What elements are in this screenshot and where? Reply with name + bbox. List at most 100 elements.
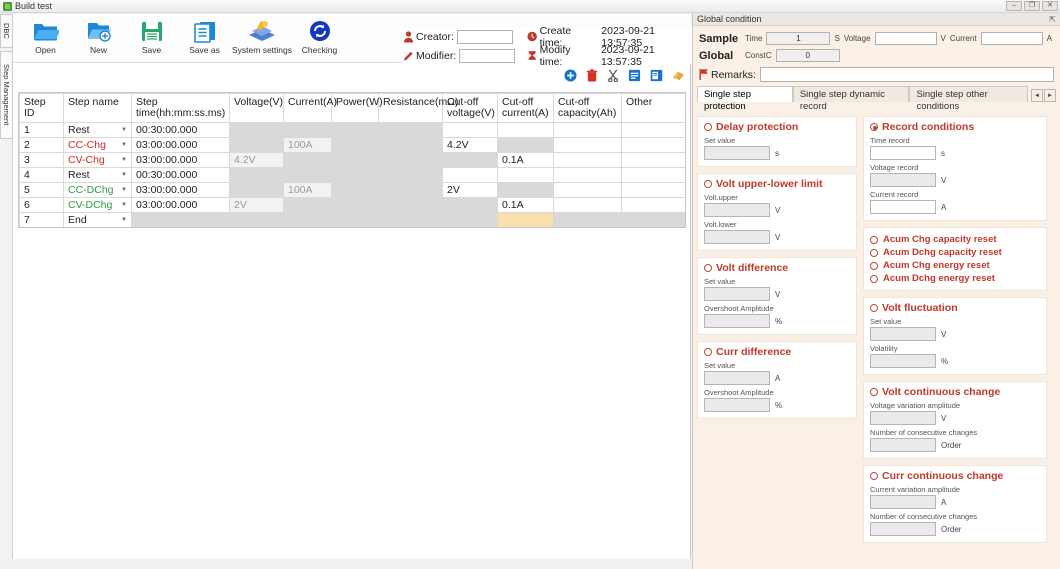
chevron-down-icon[interactable]: ▼	[121, 217, 127, 223]
cell-other[interactable]	[621, 182, 685, 198]
paste-icon[interactable]	[650, 69, 663, 85]
minimize-button[interactable]: –	[1006, 1, 1022, 11]
tab-single-step-dynamic-record[interactable]: Single step dynamic record	[792, 86, 910, 112]
col-other[interactable]: Other	[621, 93, 685, 123]
col-resistance[interactable]: Resistance(mΩ)	[378, 93, 459, 123]
col-step-name[interactable]: Step name	[63, 93, 132, 123]
pin-icon[interactable]: ⇱	[1049, 15, 1056, 24]
cell-current[interactable]: 100A	[283, 137, 332, 153]
col-voltage[interactable]: Voltage(V)	[229, 93, 284, 123]
cell-step-time[interactable]: 00:30:00.000	[131, 167, 230, 183]
tab-single-step-other-conditions[interactable]: Single step other conditions	[909, 86, 1028, 112]
cell-step-time[interactable]: 03:00:00.000	[131, 197, 230, 213]
reset-option[interactable]: Acum Chg energy reset	[870, 260, 1040, 271]
sample-voltage-input[interactable]	[874, 32, 937, 45]
chevron-down-icon[interactable]: ▼	[121, 187, 127, 193]
reset-option[interactable]: Acum Dchg energy reset	[870, 273, 1040, 284]
close-button[interactable]: ✕	[1042, 1, 1058, 11]
cell-other[interactable]	[621, 167, 685, 183]
table-row[interactable]: 3 CV-Chg ▼ 03:00:00.000 4.2V 0.1A	[19, 152, 685, 168]
new-button[interactable]: New	[72, 14, 125, 55]
import-icon[interactable]	[672, 69, 685, 85]
cell-cutoff-capacity[interactable]	[553, 182, 622, 198]
cell-step-id[interactable]: 7	[19, 212, 64, 227]
cell-cutoff-capacity[interactable]	[553, 197, 622, 213]
cell-voltage[interactable]: 4.2V	[229, 152, 284, 168]
sample-time-input[interactable]	[766, 32, 831, 45]
global-constc-input[interactable]	[775, 49, 840, 62]
cell-cutoff-capacity[interactable]	[553, 167, 622, 183]
copy-icon[interactable]	[628, 69, 641, 85]
col-step-time[interactable]: Step time(hh:mm:ss.ms)	[131, 93, 230, 123]
radio-icon[interactable]	[704, 264, 712, 272]
cell-step-id[interactable]: 5	[19, 182, 64, 198]
chevron-down-icon[interactable]: ▼	[121, 142, 127, 148]
table-row[interactable]: 1 Rest ▼ 00:30:00.000	[19, 122, 685, 138]
col-cutoff-capacity[interactable]: Cut-off capacity(Ah)	[553, 93, 622, 123]
tab-scroll-right-icon[interactable]: ►	[1043, 89, 1056, 102]
add-icon[interactable]	[564, 69, 577, 85]
radio-icon[interactable]	[870, 248, 878, 257]
sidebar-item-step-management[interactable]: Step Management	[0, 51, 13, 139]
table-row[interactable]: 2 CC-Chg ▼ 03:00:00.000 100A 4.2V	[19, 137, 685, 153]
table-row[interactable]: 5 CC-DChg ▼ 03:00:00.000 100A 2V	[19, 182, 685, 198]
cell-step-name[interactable]: Rest ▼	[63, 167, 132, 183]
sample-current-input[interactable]	[980, 32, 1043, 45]
modifier-input[interactable]	[459, 48, 516, 63]
reset-option[interactable]: Acum Dchg capacity reset	[870, 247, 1040, 258]
maximize-button[interactable]: ❐	[1024, 1, 1040, 11]
cell-step-time[interactable]: 03:00:00.000	[131, 182, 230, 198]
cell-step-name[interactable]: CC-DChg ▼	[63, 182, 132, 198]
cell-cutoff-voltage[interactable]	[442, 122, 498, 138]
chevron-down-icon[interactable]: ▼	[121, 157, 127, 163]
cell-step-time[interactable]: 03:00:00.000	[131, 137, 230, 153]
tab-scroll-left-icon[interactable]: ◄	[1030, 89, 1043, 102]
cell-cutoff-current[interactable]	[497, 122, 554, 138]
table-row[interactable]: 6 CV-DChg ▼ 03:00:00.000 2V 0.1A	[19, 197, 685, 213]
tab-single-step-protection[interactable]: Single step protection	[697, 86, 793, 112]
cell-cutoff-voltage[interactable]: 4.2V	[442, 137, 498, 153]
cell-step-id[interactable]: 2	[19, 137, 64, 153]
cell-cutoff-current[interactable]	[497, 167, 554, 183]
cell-other[interactable]	[621, 122, 685, 138]
chevron-down-icon[interactable]: ▼	[121, 202, 127, 208]
cell-cutoff-capacity[interactable]	[553, 152, 622, 168]
cut-icon[interactable]	[607, 69, 619, 85]
cell-step-time[interactable]: 00:30:00.000	[131, 122, 230, 138]
radio-icon[interactable]	[870, 123, 878, 131]
cell-step-name[interactable]: CC-Chg ▼	[63, 137, 132, 153]
radio-icon[interactable]	[870, 261, 878, 270]
radio-icon[interactable]	[704, 123, 712, 131]
radio-icon[interactable]	[870, 304, 878, 312]
field-input[interactable]	[870, 200, 936, 214]
col-step-id[interactable]: Step ID	[19, 93, 64, 123]
chevron-down-icon[interactable]: ▼	[121, 127, 127, 133]
radio-icon[interactable]	[870, 472, 878, 480]
open-button[interactable]: Open	[19, 14, 72, 55]
cell-voltage[interactable]: 2V	[229, 197, 284, 213]
cell-step-name[interactable]: Rest ▼	[63, 122, 132, 138]
cell-cutoff-current[interactable]: 0.1A	[497, 152, 554, 168]
remarks-input[interactable]	[759, 67, 1054, 82]
checking-button[interactable]: Checking	[293, 14, 346, 55]
radio-icon[interactable]	[870, 388, 878, 396]
cell-step-id[interactable]: 1	[19, 122, 64, 138]
radio-icon[interactable]	[704, 348, 712, 356]
col-cutoff-voltage[interactable]: Cut-off voltage(V)	[442, 93, 498, 123]
sidebar-item-dbc[interactable]: DBC	[0, 14, 13, 48]
cell-step-name[interactable]: End ▼	[63, 212, 132, 227]
col-current[interactable]: Current(A)	[283, 93, 337, 123]
table-row[interactable]: 7 End ▼	[19, 212, 685, 227]
col-cutoff-current[interactable]: Cut-off current(A)	[497, 93, 554, 123]
cell-cutoff-capacity[interactable]	[553, 137, 622, 153]
cell-cutoff-current[interactable]	[497, 212, 554, 227]
cell-cutoff-current[interactable]: 0.1A	[497, 197, 554, 213]
reset-option[interactable]: Acum Chg capacity reset	[870, 234, 1040, 245]
chevron-down-icon[interactable]: ▼	[121, 172, 127, 178]
cell-step-id[interactable]: 3	[19, 152, 64, 168]
cell-current[interactable]: 100A	[283, 182, 332, 198]
cell-cutoff-voltage[interactable]: 2V	[442, 182, 498, 198]
cell-other[interactable]	[621, 197, 685, 213]
system-settings-button[interactable]: System settings	[231, 14, 293, 55]
radio-icon[interactable]	[704, 180, 712, 188]
